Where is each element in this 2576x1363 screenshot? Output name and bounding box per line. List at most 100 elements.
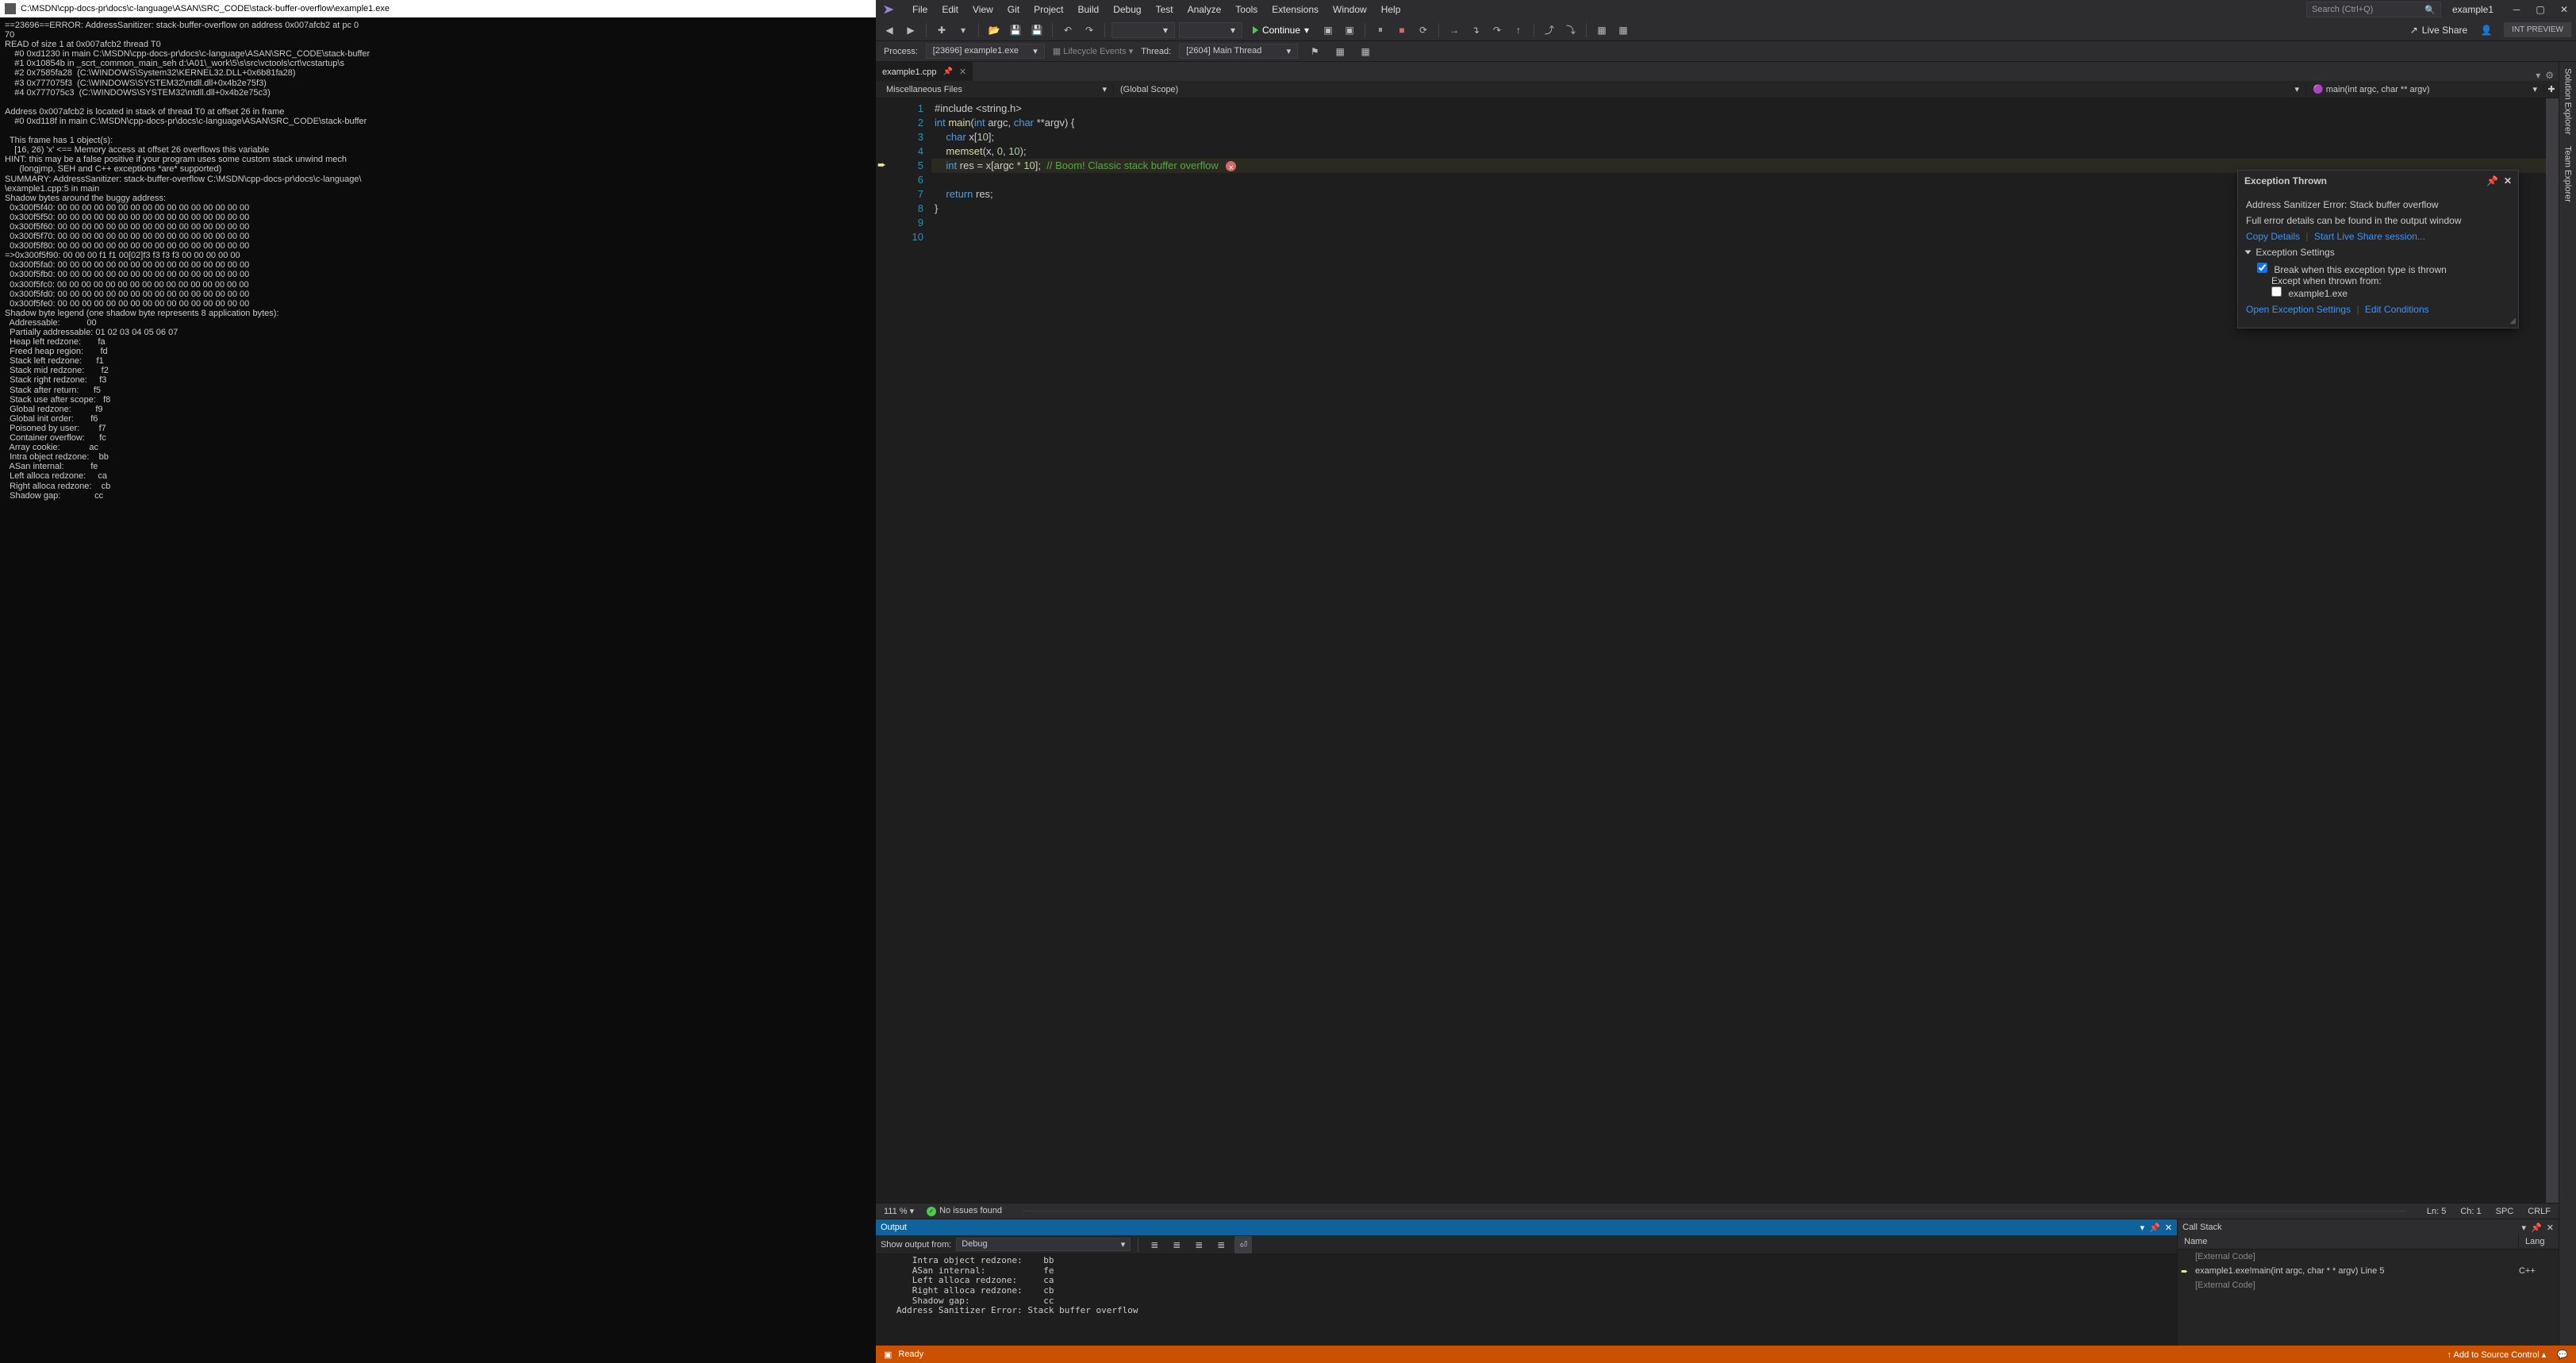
add-source-control-button[interactable]: ↑ Add to Source Control ▴ — [2447, 1350, 2547, 1360]
lifecycle-events-button[interactable]: ▦ Lifecycle Events ▾ — [1053, 46, 1134, 56]
callstack-col-lang[interactable]: Lang — [2519, 1235, 2559, 1249]
start-live-share-link[interactable]: Start Live Share session... — [2314, 231, 2425, 242]
console-titlebar[interactable]: C:\MSDN\cpp-docs-pr\docs\c-language\ASAN… — [0, 0, 876, 17]
close-button[interactable]: ✕ — [2552, 0, 2576, 19]
popup-pin-icon[interactable]: 📌 — [2486, 175, 2498, 186]
console-output[interactable]: ==23696==ERROR: AddressSanitizer: stack-… — [0, 17, 876, 1363]
menu-window[interactable]: Window — [1326, 1, 1373, 18]
step-over-button[interactable]: ↷ — [1488, 21, 1506, 39]
callstack-pin-icon[interactable]: 📌 — [2531, 1223, 2542, 1233]
output-body[interactable]: Intra object redzone: bb ASan internal: … — [876, 1254, 2177, 1346]
undo-button[interactable]: ↶ — [1059, 21, 1077, 39]
menu-view[interactable]: View — [966, 1, 1000, 18]
file-tab-example1[interactable]: example1.cpp 📌 ✕ — [876, 62, 973, 81]
notifications-icon[interactable]: 💬 — [2557, 1350, 2568, 1360]
thread-selector[interactable]: [2604] Main Thread▾ — [1179, 44, 1298, 59]
step-out-button[interactable]: ↑ — [1510, 21, 1527, 39]
show-next-button[interactable]: → — [1445, 21, 1463, 39]
live-share-button[interactable]: ↗ Live Share — [2404, 25, 2474, 36]
callstack-titlebar[interactable]: Call Stack ▾ 📌 ✕ — [2178, 1219, 2559, 1235]
output-tool-b-button[interactable]: ≣ — [1168, 1236, 1185, 1254]
menu-git[interactable]: Git — [1001, 1, 1026, 18]
popup-close-icon[interactable]: ✕ — [2504, 175, 2512, 186]
menu-extensions[interactable]: Extensions — [1265, 1, 1325, 18]
edit-conditions-link[interactable]: Edit Conditions — [2365, 304, 2429, 315]
menu-analyze[interactable]: Analyze — [1181, 1, 1228, 18]
pin-icon[interactable]: 📌 — [942, 67, 952, 76]
module-checkbox-row[interactable]: example1.exe — [2271, 288, 2348, 299]
step-into-button[interactable]: ↴ — [1467, 21, 1484, 39]
output-tool-d-button[interactable]: ≣ — [1212, 1236, 1230, 1254]
callstack-dropdown-icon[interactable]: ▾ — [2522, 1223, 2527, 1233]
nav-back-button[interactable]: ◀ — [881, 21, 898, 39]
exception-settings-header[interactable]: Exception Settings — [2246, 247, 2510, 258]
maximize-button[interactable]: ▢ — [2528, 0, 2552, 19]
feedback-button[interactable]: 👤 — [2478, 21, 2495, 39]
debug-target2-button[interactable]: ▣ — [1341, 21, 1358, 39]
indent-indicator[interactable]: SPC — [2496, 1207, 2514, 1216]
resize-grip-icon[interactable]: ◢ — [2509, 317, 2516, 325]
solution-explorer-tab[interactable]: Solution Explorer — [2563, 68, 2573, 135]
break-checkbox-row[interactable]: Break when this exception type is thrown — [2257, 264, 2447, 275]
config-selector[interactable]: ▾ — [1111, 22, 1175, 38]
tab-gear-icon[interactable]: ⚙ — [2545, 70, 2554, 81]
eol-indicator[interactable]: CRLF — [2528, 1207, 2551, 1216]
menu-test[interactable]: Test — [1150, 1, 1180, 18]
team-explorer-tab[interactable]: Team Explorer — [2563, 146, 2573, 202]
nav-member-selector[interactable]: 🟣 main(int argc, char ** argv)▾ — [2306, 84, 2544, 94]
output-titlebar[interactable]: Output ▾ 📌 ✕ — [876, 1219, 2177, 1235]
break-all-button[interactable]: ⏸ — [1372, 21, 1389, 39]
thread-tool-a-button[interactable]: ▦ — [1331, 43, 1349, 60]
open-exception-settings-link[interactable]: Open Exception Settings — [2246, 304, 2351, 315]
tool-b-button[interactable]: ⤵ — [1562, 21, 1580, 39]
nav-project-selector[interactable]: Miscellaneous Files▾ — [876, 84, 1114, 94]
new-item-button[interactable]: ✚ — [933, 21, 950, 39]
nav-scope-selector[interactable]: (Global Scope)▾ — [1114, 84, 2306, 94]
copy-details-link[interactable]: Copy Details — [2246, 231, 2300, 242]
output-wordwrap-button[interactable]: ⏎ — [1234, 1236, 1252, 1254]
continue-button[interactable]: Continue ▾ — [1246, 22, 1315, 38]
nav-split-icon[interactable]: ✚ — [2544, 84, 2559, 94]
open-button[interactable]: ▾ — [954, 21, 972, 39]
menu-help[interactable]: Help — [1375, 1, 1407, 18]
callstack-row[interactable]: [External Code] — [2178, 1250, 2559, 1264]
menu-project[interactable]: Project — [1027, 1, 1069, 18]
search-box[interactable]: Search (Ctrl+Q) 🔍 — [2306, 2, 2441, 17]
flag-button[interactable]: ⚑ — [1306, 43, 1323, 60]
open-file-button[interactable]: 📂 — [985, 21, 1003, 39]
output-pin-icon[interactable]: 📌 — [2149, 1223, 2160, 1233]
debug-target-button[interactable]: ▣ — [1319, 21, 1337, 39]
callstack-body[interactable]: [External Code]➨example1.exe!main(int ar… — [2178, 1250, 2559, 1292]
editor-scrollbar[interactable] — [2546, 98, 2559, 1203]
tool-c-button[interactable]: ▦ — [1593, 21, 1610, 39]
output-close-icon[interactable]: ✕ — [2165, 1223, 2172, 1233]
issues-status[interactable]: ✓No issues found — [927, 1206, 1002, 1216]
menu-build[interactable]: Build — [1072, 1, 1106, 18]
thread-tool-b-button[interactable]: ▦ — [1357, 43, 1374, 60]
break-checkbox[interactable] — [2257, 263, 2267, 273]
callstack-col-name[interactable]: Name — [2178, 1235, 2519, 1249]
menu-edit[interactable]: Edit — [935, 1, 965, 18]
output-source-selector[interactable]: Debug▾ — [956, 1238, 1131, 1251]
minimize-button[interactable]: ─ — [2505, 0, 2528, 19]
code-editor[interactable]: ➨ 12345678910 #include <string.h>int mai… — [876, 98, 2559, 1203]
menu-tools[interactable]: Tools — [1229, 1, 1264, 18]
menu-debug[interactable]: Debug — [1107, 1, 1147, 18]
char-indicator[interactable]: Ch: 1 — [2460, 1207, 2481, 1216]
callstack-close-icon[interactable]: ✕ — [2547, 1223, 2554, 1233]
zoom-level[interactable]: 111 % ▾ — [884, 1206, 914, 1216]
tool-d-button[interactable]: ▦ — [1614, 21, 1632, 39]
restart-button[interactable]: ⟳ — [1415, 21, 1432, 39]
close-tab-icon[interactable]: ✕ — [959, 67, 966, 77]
output-dropdown-icon[interactable]: ▾ — [2140, 1223, 2145, 1233]
stop-debug-button[interactable]: ■ — [1393, 21, 1411, 39]
save-button[interactable]: 💾 — [1007, 21, 1024, 39]
module-checkbox[interactable] — [2271, 286, 2282, 297]
platform-selector[interactable]: ▾ — [1179, 22, 1242, 38]
tool-a-button[interactable]: ⤴ — [1541, 21, 1558, 39]
nav-fwd-button[interactable]: ▶ — [902, 21, 919, 39]
menu-file[interactable]: File — [906, 1, 934, 18]
tab-dropdown-icon[interactable]: ▾ — [2536, 70, 2540, 81]
save-all-button[interactable]: 💾 — [1028, 21, 1046, 39]
output-tool-a-button[interactable]: ≣ — [1146, 1236, 1163, 1254]
